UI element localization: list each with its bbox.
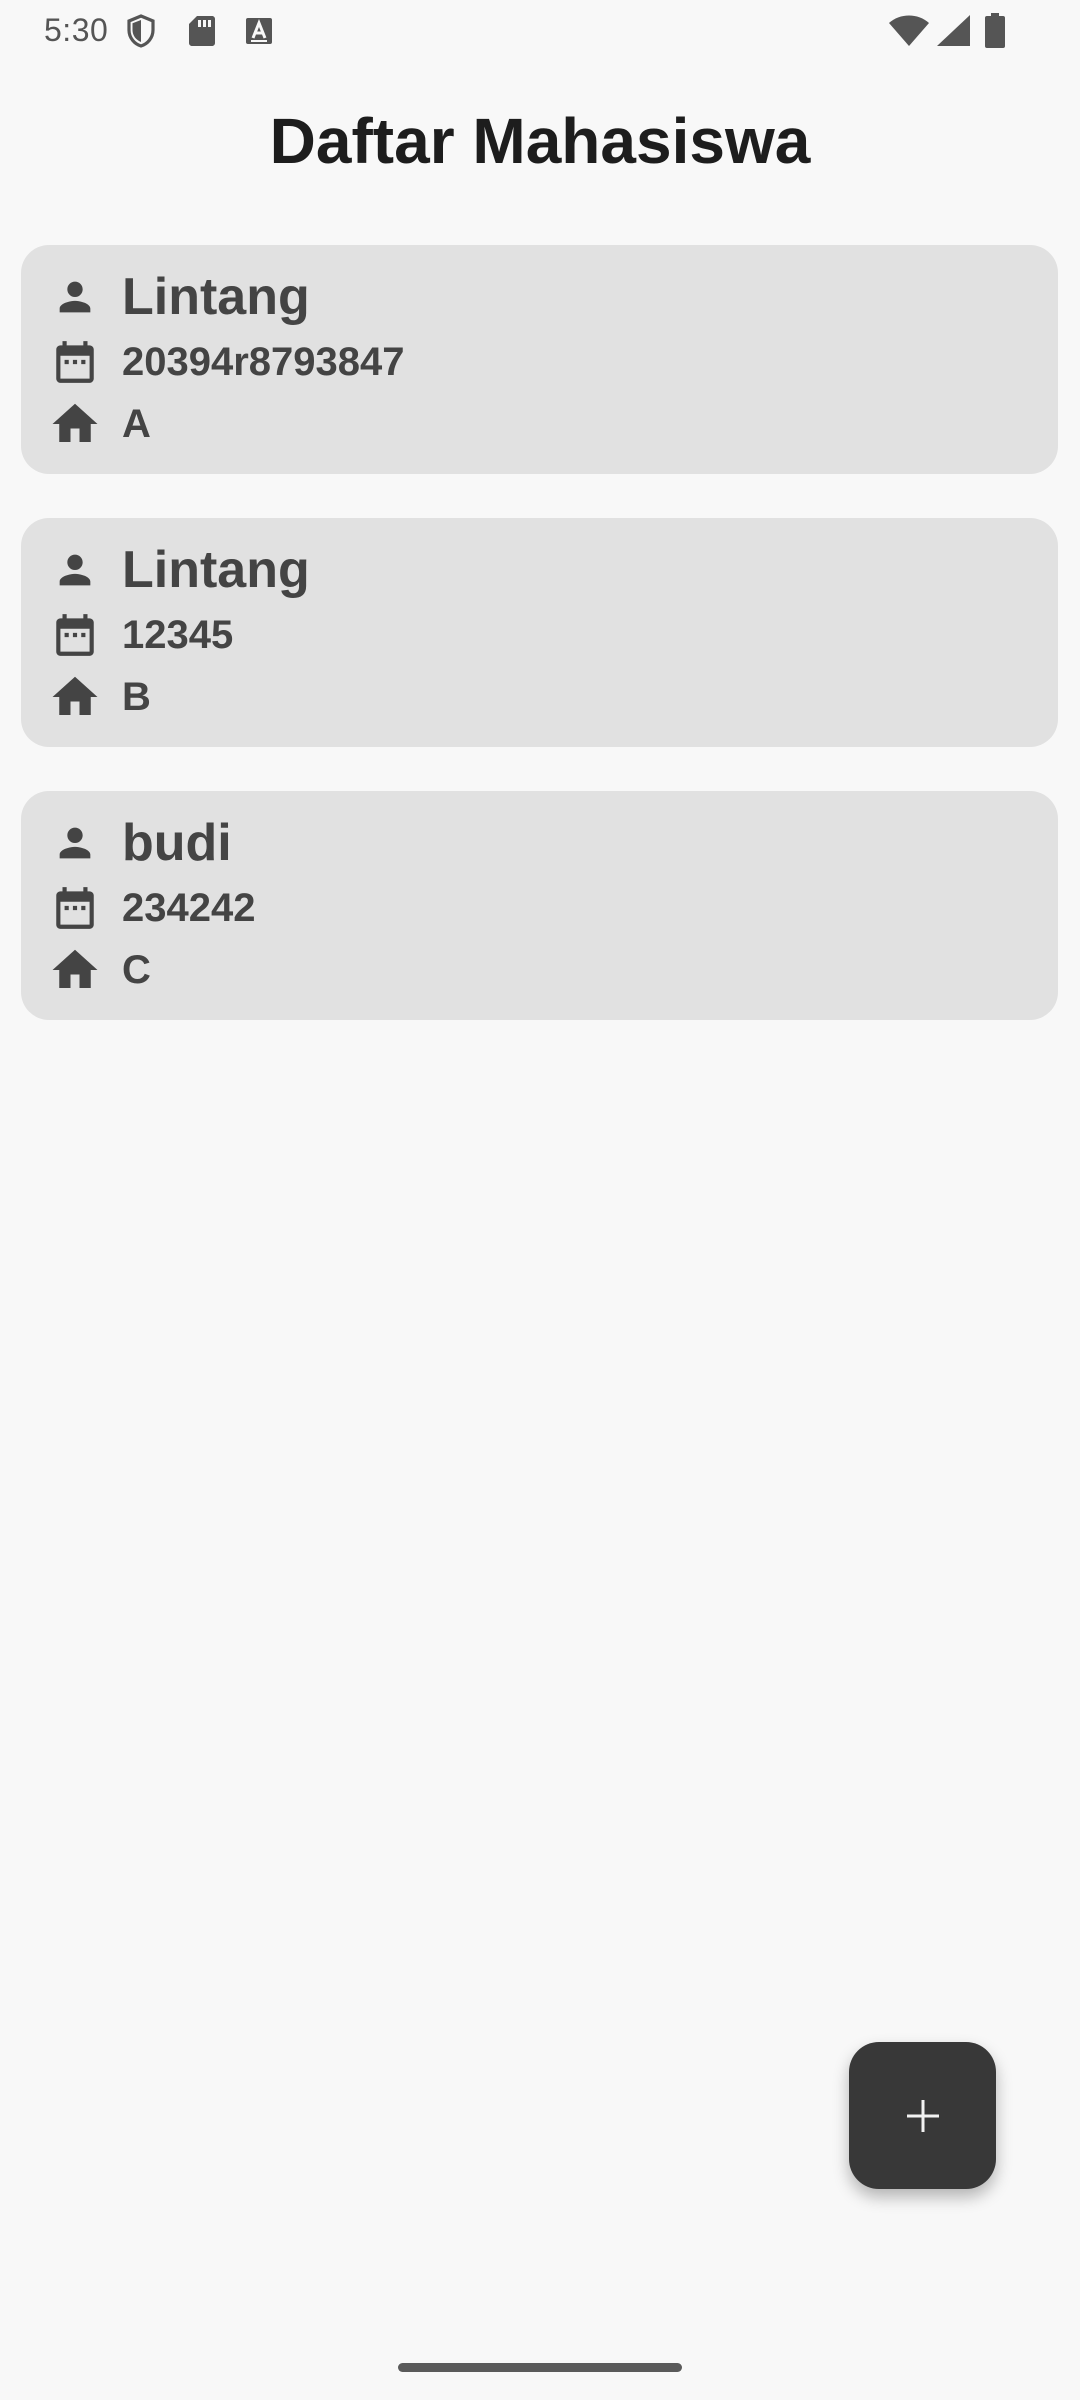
home-icon: [48, 943, 102, 997]
wifi-icon: [889, 15, 929, 46]
sd-card-icon: [189, 16, 215, 46]
student-name: Lintang: [122, 268, 310, 326]
student-address: B: [122, 674, 151, 719]
student-nim-row: 12345: [48, 608, 233, 662]
shield-icon: [127, 14, 155, 48]
student-nim: 20394r8793847: [122, 339, 405, 384]
student-address-row: A: [48, 397, 151, 451]
signal-icon: [937, 15, 970, 46]
student-name: budi: [122, 814, 232, 872]
student-card[interactable]: budi 234242 C: [21, 791, 1058, 1020]
person-icon: [48, 543, 102, 597]
student-nim-row: 20394r8793847: [48, 335, 405, 389]
student-nim-row: 234242: [48, 881, 255, 935]
student-list: Lintang 20394r8793847 A Lintang 12345 B …: [21, 245, 1058, 1064]
student-address-row: C: [48, 943, 151, 997]
status-time: 5:30: [44, 12, 109, 48]
student-nim: 12345: [122, 612, 234, 657]
calendar-icon: [48, 881, 102, 935]
person-icon: [48, 816, 102, 870]
student-name-row: Lintang: [48, 267, 310, 327]
student-name: Lintang: [122, 541, 310, 599]
student-address: A: [122, 401, 151, 446]
plus-icon: [906, 2099, 939, 2132]
a-notification-icon: [246, 18, 272, 44]
battery-icon: [985, 13, 1005, 48]
person-icon: [48, 270, 102, 324]
gesture-nav-bar[interactable]: [398, 2363, 682, 2372]
student-address-row: B: [48, 670, 151, 724]
status-bar: 5:30: [0, 0, 1080, 62]
home-icon: [48, 670, 102, 724]
calendar-icon: [48, 335, 102, 389]
student-name-row: Lintang: [48, 540, 310, 600]
student-card[interactable]: Lintang 20394r8793847 A: [21, 245, 1058, 474]
student-card[interactable]: Lintang 12345 B: [21, 518, 1058, 747]
add-student-button[interactable]: [849, 2042, 996, 2189]
student-nim: 234242: [122, 885, 256, 930]
calendar-icon: [48, 608, 102, 662]
student-name-row: budi: [48, 813, 232, 873]
student-address: C: [122, 947, 151, 992]
page-title: Daftar Mahasiswa: [269, 105, 811, 177]
home-icon: [48, 397, 102, 451]
